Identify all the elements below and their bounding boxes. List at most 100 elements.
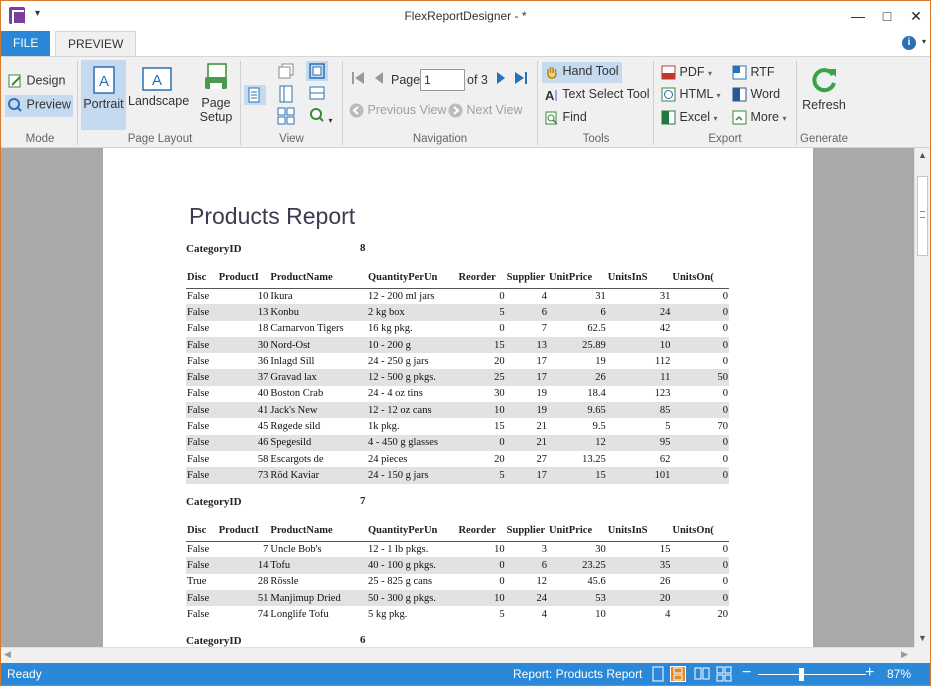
table-cell: 74 (257, 608, 269, 620)
table-cell: Boston Crab (270, 388, 324, 400)
table-cell: 12 - 200 ml jars (367, 290, 435, 302)
table-cell: 6 (505, 304, 548, 321)
fit-width-button[interactable] (309, 85, 325, 104)
table-cell: 19 (595, 355, 606, 367)
first-page-button[interactable] (351, 71, 365, 88)
help-icon[interactable]: i (902, 36, 916, 50)
fit-width-icon (309, 86, 325, 100)
refresh-button[interactable]: Refresh (801, 65, 847, 127)
hand-tool-button[interactable]: Hand Tool (542, 62, 622, 83)
table-cell: Longlife Tofu (270, 608, 329, 620)
zoom-out-icon[interactable]: − (742, 664, 751, 682)
zoom-dropdown-button[interactable]: ▾ (309, 107, 333, 126)
zoom-in-icon[interactable]: + (865, 664, 874, 682)
table-cell: 51 (217, 589, 270, 607)
separator (653, 61, 654, 145)
scroll-right-icon[interactable]: ▶ (901, 649, 908, 660)
table-cell: 13.25 (582, 453, 606, 465)
thumbnails-status-icon[interactable] (716, 666, 732, 682)
column-header: Reorder (457, 268, 506, 289)
previous-page-button[interactable] (373, 71, 385, 88)
table-cell: False (186, 434, 218, 451)
first-page-icon (352, 72, 364, 84)
table-cell: 62.5 (587, 323, 606, 335)
table-cell: 0 (722, 453, 728, 465)
word-icon (732, 87, 747, 102)
find-button[interactable]: Find (545, 110, 587, 125)
table-cell: 7 (263, 543, 269, 555)
table-cell: 36 (257, 355, 269, 367)
design-button[interactable]: Design (7, 73, 65, 89)
table-cell: 50 - 300 g pkgs. (366, 589, 458, 607)
preview-area[interactable]: Products Report CategoryID 8 Disc Product… (1, 148, 914, 647)
previous-view-button[interactable]: Previous View (349, 103, 446, 118)
preview-label: Preview (26, 97, 71, 112)
minimize-icon[interactable]: — (844, 5, 872, 27)
svg-text:A: A (545, 88, 555, 102)
scroll-left-icon[interactable]: ◀ (4, 649, 11, 660)
table-cell: False (187, 608, 210, 620)
table-cell: 0 (671, 434, 729, 451)
table-cell: 0 (499, 323, 505, 335)
continuous-view-button[interactable] (277, 85, 295, 106)
table-cell: 10 (457, 402, 506, 419)
preview-button[interactable]: Preview (5, 95, 73, 117)
export-pdf-button[interactable]: PDF ▾ (661, 65, 712, 80)
next-page-button[interactable] (495, 71, 507, 88)
single-page-status-icon[interactable] (651, 666, 667, 682)
export-word-button[interactable]: Word (732, 87, 780, 102)
ribbon: Design Preview Mode A Portrait A Landsca… (1, 56, 930, 148)
vertical-scrollbar[interactable]: ▲ ▼ (914, 148, 930, 647)
next-view-button[interactable]: Next View (448, 103, 523, 118)
fit-page-button[interactable] (306, 61, 328, 81)
column-header: UnitsOn( (671, 268, 729, 289)
group-label-page-layout: Page Layout (127, 133, 193, 145)
tab-file[interactable]: FILE (1, 31, 50, 56)
scroll-up-icon[interactable]: ▲ (918, 150, 927, 160)
table-cell: 4 (665, 608, 671, 620)
table-cell: 5 (665, 421, 671, 433)
chevron-down-icon[interactable]: ▾ (922, 37, 926, 46)
page-setup-button[interactable]: Page Setup (197, 63, 235, 131)
tab-preview[interactable]: PREVIEW (55, 31, 137, 56)
export-rtf-button[interactable]: RTF (732, 65, 775, 80)
magnifier-icon (8, 98, 22, 112)
table-cell: 24 pieces (367, 453, 408, 465)
export-html-button[interactable]: HTML ▾ (661, 87, 721, 102)
multi-page-view-button[interactable] (277, 63, 295, 82)
table-cell: 10 (257, 290, 269, 302)
page-number-input[interactable]: 1 (420, 69, 465, 91)
continuous-status-icon[interactable] (670, 666, 686, 682)
scroll-down-icon[interactable]: ▼ (918, 633, 927, 643)
close-icon[interactable]: ✕ (902, 5, 930, 27)
category-value: 7 (360, 495, 366, 507)
last-page-button[interactable] (514, 71, 528, 88)
export-more-button[interactable]: More ▾ (732, 110, 786, 125)
table-cell: 45 (257, 421, 269, 433)
group-label-navigation: Navigation (412, 133, 468, 145)
table-cell: 85 (606, 402, 672, 419)
zoom-slider-thumb[interactable] (799, 668, 804, 681)
table-cell: False (187, 290, 210, 302)
table-cell: 7 (541, 323, 547, 335)
column-header: UnitPrice (547, 268, 607, 289)
table-cell: 50 (671, 369, 729, 386)
table-cell: 37 (217, 369, 270, 386)
landscape-button[interactable]: A Landscape (128, 60, 189, 130)
category-label: CategoryID (186, 635, 242, 647)
table-cell: 21 (505, 434, 548, 451)
export-excel-button[interactable]: Excel ▾ (661, 110, 718, 125)
portrait-button[interactable]: A Portrait (81, 60, 126, 130)
single-page-view-button[interactable] (244, 85, 266, 105)
column-header: Supplier (505, 521, 548, 542)
horizontal-scrollbar[interactable]: ◀ ▶ (1, 647, 914, 663)
text-select-tool-button[interactable]: A Text Select Tool (545, 87, 650, 102)
table-cell: 0 (722, 543, 728, 555)
table-cell: Röd Kaviar (269, 467, 367, 484)
two-page-status-icon[interactable] (694, 666, 710, 682)
thumbnails-view-button[interactable] (277, 107, 295, 128)
vertical-scroll-thumb[interactable] (917, 176, 928, 256)
maximize-icon[interactable]: □ (873, 5, 901, 27)
zoom-slider-track[interactable] (758, 674, 866, 675)
ribbon-tabs: FILE PREVIEW i ▾ (1, 31, 930, 56)
